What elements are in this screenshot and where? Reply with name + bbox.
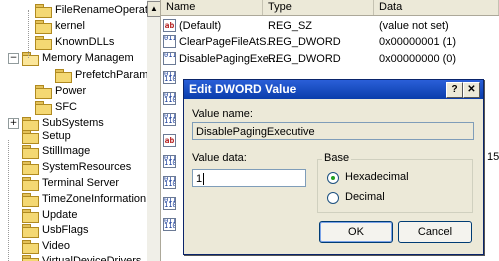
value-name-cell: (Default) <box>179 20 222 32</box>
text-caret <box>203 173 205 186</box>
folder-icon <box>22 145 39 159</box>
edit-dword-dialog: Edit DWORD Value ? ✕ Value name: Disable… <box>183 79 484 255</box>
binary-value-icon: 011 110 <box>163 218 176 231</box>
folder-icon <box>35 4 52 18</box>
binary-value-icon: 011 110 <box>163 52 176 65</box>
tree-item-label: Setup <box>42 130 71 142</box>
hexadecimal-label[interactable]: Hexadecimal <box>345 171 409 183</box>
value-data-label: Value data: <box>192 152 247 164</box>
tree-item-label: kernel <box>55 20 85 32</box>
expand-icon[interactable]: + <box>8 118 19 129</box>
folder-icon <box>22 193 39 207</box>
binary-value-icon: 011 110 <box>163 113 176 126</box>
column-header-name[interactable]: Name <box>161 0 263 15</box>
folder-icon <box>22 255 39 261</box>
folder-icon <box>22 224 39 238</box>
column-header-data[interactable]: Data <box>374 0 499 15</box>
registry-tree[interactable]: FileRenameOperat kernel KnownDLLs − Memory M… <box>0 0 161 261</box>
value-data-input[interactable]: 1 <box>192 169 306 187</box>
value-name-cell: DisablePagingExe... <box>179 53 279 65</box>
base-group-label: Base <box>322 152 352 164</box>
folder-icon <box>35 36 52 50</box>
base-group <box>317 159 473 213</box>
value-type-cell: REG_DWORD <box>268 36 341 48</box>
folder-icon <box>22 240 39 254</box>
tree-item-label: KnownDLLs <box>55 36 115 48</box>
value-data-cell: 0x00000001 (1) <box>379 36 457 48</box>
string-value-icon: ab <box>163 19 176 32</box>
folder-icon <box>35 20 52 34</box>
tree-item-label: SFC <box>55 101 77 113</box>
value-data-text: 1 <box>196 173 203 185</box>
list-row[interactable]: ab (Default) REG_SZ (value not set) <box>161 18 499 34</box>
value-data-cell: 0x00000000 (0) <box>379 53 457 65</box>
hexadecimal-radio[interactable] <box>327 172 339 184</box>
tree-item-label: PrefetchParam <box>75 69 149 81</box>
folder-icon <box>22 52 39 66</box>
folder-icon <box>35 85 52 99</box>
value-name-label: Value name: <box>192 108 253 120</box>
binary-value-icon: 011 110 <box>163 35 176 48</box>
value-data-cell: (value not set) <box>379 20 449 32</box>
decimal-label[interactable]: Decimal <box>345 191 385 203</box>
scroll-up-button[interactable]: ▲ <box>147 1 160 17</box>
tree-item-label: Update <box>42 209 78 221</box>
folder-icon <box>22 209 39 223</box>
binary-value-icon: 011 110 <box>163 155 176 168</box>
folder-icon <box>22 161 39 175</box>
tree-item-label: Terminal Server <box>42 177 120 189</box>
close-button[interactable]: ✕ <box>463 82 480 98</box>
dialog-title-bar[interactable]: Edit DWORD Value ? ✕ <box>184 80 483 99</box>
collapse-icon[interactable]: − <box>8 53 19 64</box>
binary-value-icon: 011 110 <box>163 176 176 189</box>
tree-item-label: FileRenameOperat <box>55 4 148 16</box>
ok-button[interactable]: OK <box>319 221 393 243</box>
tree-connector-line <box>28 10 29 58</box>
decimal-radio[interactable] <box>327 192 339 204</box>
value-type-cell: REG_DWORD <box>268 53 341 65</box>
folder-icon <box>35 101 52 115</box>
list-header: Name Type Data <box>161 0 499 16</box>
list-row[interactable]: 011 110DisablePagingExe...REG_DWORD 0x000… <box>161 51 499 67</box>
cancel-button[interactable]: Cancel <box>398 221 472 243</box>
value-name-field: DisablePagingExecutive <box>192 122 474 140</box>
tree-item-label: StillImage <box>42 145 91 157</box>
tree-item-label: Memory Managem <box>42 52 134 64</box>
binary-value-icon: 011 110 <box>163 197 176 210</box>
value-type-cell: REG_SZ <box>268 20 313 32</box>
tree-item-label: SystemResources <box>42 161 132 173</box>
folder-icon <box>22 130 39 144</box>
folder-icon <box>55 69 72 83</box>
folder-icon <box>22 117 39 131</box>
string-value-icon: ab <box>163 134 176 147</box>
binary-value-icon: 011 110 <box>163 92 176 105</box>
tree-connector-line <box>8 140 9 261</box>
tree-item-label: UsbFlags <box>42 224 89 236</box>
dialog-title: Edit DWORD Value <box>189 82 297 96</box>
value-name-cell: ClearPageFileAtS... <box>179 36 276 48</box>
folder-icon <box>22 177 39 191</box>
partial-data-text: 15 <box>487 151 499 163</box>
tree-item-label: Power <box>55 85 87 97</box>
list-row[interactable]: 011 110ClearPageFileAtS...REG_DWORD 0x000… <box>161 34 499 50</box>
tree-item-label: VirtualDeviceDrivers <box>42 255 142 261</box>
tree-item-label: TimeZoneInformation <box>42 193 147 205</box>
tree-scrollbar[interactable]: ▲ <box>147 0 160 261</box>
tree-item-label: Video <box>42 240 70 252</box>
column-header-type[interactable]: Type <box>263 0 374 15</box>
binary-value-icon: 011 110 <box>163 71 176 84</box>
help-button[interactable]: ? <box>446 82 463 98</box>
